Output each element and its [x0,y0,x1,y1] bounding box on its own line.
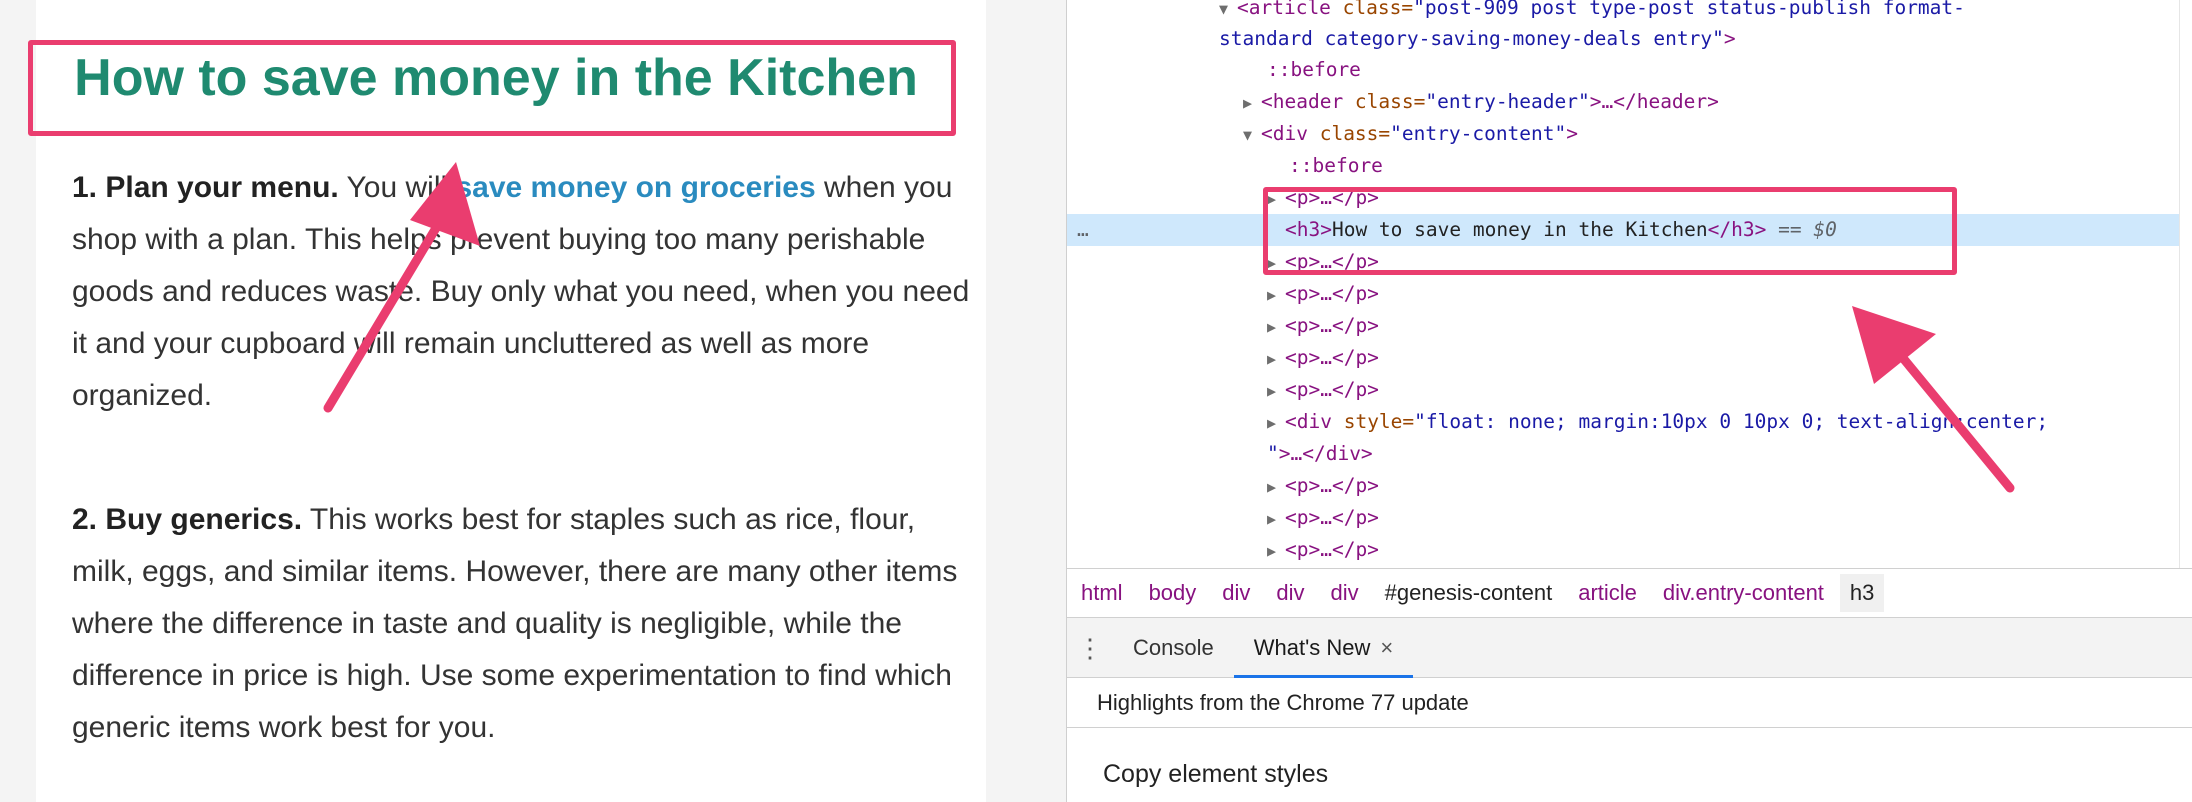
tag-name: <p>…</p> [1285,346,1379,369]
breadcrumb-class: .entry-content [1689,580,1824,605]
breadcrumb-article[interactable]: article [1578,580,1637,606]
tag-bracket: > [1566,122,1579,145]
triangle-down-icon[interactable]: ▼ [1219,0,1237,25]
attr-value: " [1267,442,1279,465]
attr-name: style= [1331,410,1415,433]
triangle-right-icon[interactable]: ▶ [1267,535,1285,567]
pseudo-element: ::before [1267,58,1361,81]
more-options-icon[interactable]: … [1077,214,1089,246]
drawer-tabbar: ⋮ Console What's New × [1067,618,2192,678]
tab-console[interactable]: Console [1113,618,1234,678]
dom-node-p[interactable]: ▶ <p>…</p> [1267,534,1379,566]
tag-name: <p>…</p> [1285,474,1379,497]
devtools-panel: ▼ <article class="post-909 post type-post… [1066,0,2192,802]
dom-node-p[interactable]: ▶ <p>…</p> [1267,374,1379,406]
breadcrumb-div-entry-content[interactable]: div.entry-content [1663,580,1824,606]
elements-tree[interactable]: ▼ <article class="post-909 post type-post… [1067,0,2192,568]
triangle-right-icon[interactable]: ▶ [1243,87,1261,119]
triangle-right-icon[interactable]: ▶ [1267,503,1285,535]
kebab-menu-icon[interactable]: ⋮ [1067,635,1113,661]
attr-name: class= [1343,90,1426,113]
tag-name: <div [1261,122,1308,145]
tag-bracket: > [1723,27,1736,50]
paragraph-bold-lead: 2. Buy generics. [72,503,303,536]
triangle-right-icon[interactable]: ▶ [1267,311,1285,343]
attr-name: class= [1307,122,1391,145]
attr-value: "entry-content" [1390,122,1567,145]
triangle-down-icon[interactable]: ▼ [1243,119,1261,151]
triangle-right-icon[interactable]: ▶ [1267,407,1285,439]
paragraph-bold-lead: 1. Plan your menu. [72,171,339,204]
dom-pseudo-before[interactable]: ::before [1289,150,1383,182]
whats-new-item-heading: Copy element styles [1103,760,1329,788]
paragraph-text: You will [338,171,456,204]
breadcrumb-div[interactable]: div [1331,580,1359,606]
triangle-right-icon[interactable]: ▶ [1267,471,1285,503]
tag-name: <p>…</p> [1285,282,1379,305]
tag-name: >…</header> [1589,90,1719,113]
dom-pseudo-before[interactable]: ::before [1267,54,1361,86]
pseudo-element: ::before [1289,154,1383,177]
breadcrumb-tag: div [1662,580,1690,605]
paragraph-text: when you shop with a plan. This helps pr… [72,171,970,412]
tab-whats-new[interactable]: What's New × [1233,618,1414,678]
dom-node-p[interactable]: ▶ <p>…</p> [1267,278,1379,310]
dom-node-styled-div-cont: ">…</div> [1267,438,1373,470]
elements-scrollbar[interactable] [2179,0,2192,568]
tag-name: <p>…</p> [1285,506,1379,529]
triangle-right-icon[interactable]: ▶ [1267,343,1285,375]
tab-label: What's New [1253,634,1371,660]
highlight-box-code [1263,187,1957,275]
dom-node-article-cont: standard category-saving-money-deals ent… [1219,23,1736,55]
tag-name: <article [1237,0,1331,19]
page-gutter-right [986,0,1066,802]
save-money-groceries-link[interactable]: save money on groceries [455,171,815,204]
paragraph-plan-menu: 1. Plan your menu. You will save money o… [72,162,972,422]
dom-node-header[interactable]: ▶ <header class="entry-header">…</header> [1243,86,1719,118]
breadcrumb-html[interactable]: html [1081,580,1123,606]
paragraph-text: This works best for staples such as rice… [72,503,958,744]
attr-value: "post-909 post type-post status-publish … [1413,0,1965,19]
breadcrumb-genesis-content[interactable]: #genesis-content [1385,580,1553,606]
breadcrumb-body[interactable]: body [1149,580,1197,606]
tag-name: <div [1285,410,1332,433]
triangle-right-icon[interactable]: ▶ [1267,279,1285,311]
tag-name: <header [1261,90,1344,113]
dom-breadcrumb: html body div div div #genesis-content a… [1067,568,2192,618]
attr-value: "float: none; margin:10px 0 10px 0; text… [1414,410,2049,433]
attr-value: standard category-saving-money-deals ent… [1219,27,1724,50]
dom-node-p[interactable]: ▶ <p>…</p> [1267,342,1379,374]
attr-name: class= [1330,0,1414,19]
tag-name: <p>…</p> [1285,538,1379,561]
dom-node-p[interactable]: ▶ <p>…</p> [1267,470,1379,502]
dom-node-p[interactable]: ▶ <p>…</p> [1267,502,1379,534]
dom-node-p[interactable]: ▶ <p>…</p> [1267,310,1379,342]
tag-name: <p>…</p> [1285,314,1379,337]
breadcrumb-div[interactable]: div [1276,580,1304,606]
paragraph-buy-generics: 2. Buy generics. This works best for sta… [72,494,972,754]
triangle-right-icon[interactable]: ▶ [1267,375,1285,407]
breadcrumb-div[interactable]: div [1222,580,1250,606]
attr-value: "entry-header" [1425,90,1590,113]
whats-new-banner: Highlights from the Chrome 77 update [1067,678,2192,728]
dom-node-styled-div[interactable]: ▶ <div style="float: none; margin:10px 0 … [1267,406,2048,438]
highlight-box-title [28,40,956,136]
tag-name: <p>…</p> [1285,378,1379,401]
close-icon[interactable]: × [1380,635,1393,660]
breadcrumb-h3[interactable]: h3 [1839,574,1885,612]
dom-node-entry-content[interactable]: ▼ <div class="entry-content"> [1243,118,1578,150]
dom-node-article[interactable]: ▼ <article class="post-909 post type-post… [1219,0,1965,24]
tag-name: >…</div> [1278,442,1373,465]
